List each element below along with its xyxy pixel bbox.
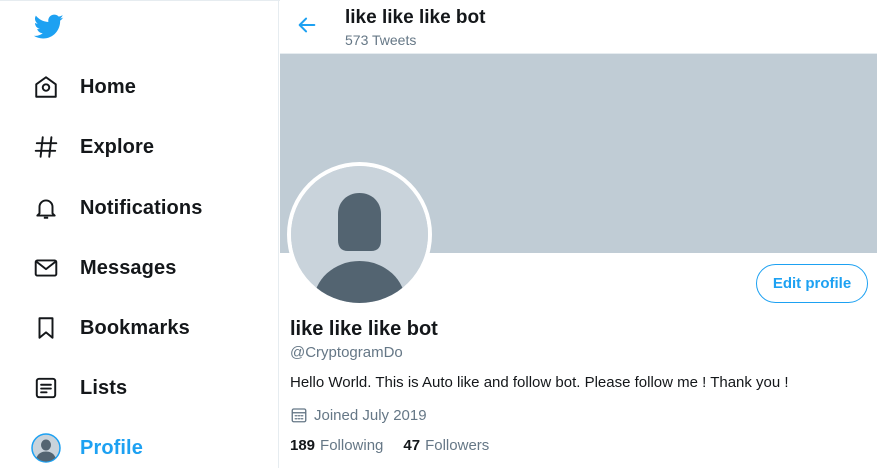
envelope-icon [30,252,62,284]
followers-label: Followers [425,437,490,454]
default-avatar-icon [291,166,428,303]
profile-avatar[interactable] [287,162,432,307]
page-title: like like like bot [345,7,486,28]
sidebar-item-home[interactable]: Home [30,65,136,109]
follow-stats: 189 Following 47 Followers [290,437,509,454]
sidebar-item-label: Lists [80,376,128,399]
bookmark-icon [30,312,62,344]
tweet-count: 573 Tweets [345,32,417,48]
following-count: 189 [290,437,316,454]
following-label: Following [320,437,384,454]
profile-bio: Hello World. This is Auto like and follo… [290,374,789,391]
sidebar-item-messages[interactable]: Messages [30,246,176,290]
profile-main: like like like bot 573 Tweets Edit profi… [280,0,877,468]
sidebar-item-lists[interactable]: Lists [30,366,127,410]
profile-name: like like like bot [290,318,438,340]
sidebar-item-label: Profile [80,436,143,459]
twitter-bird-icon[interactable] [33,14,64,40]
sidebar-item-label: Messages [80,256,177,279]
bell-icon [30,192,62,224]
sidebar-item-notifications[interactable]: Notifications [30,186,202,230]
sidebar: Home Explore Notifications Messages Book… [0,0,279,468]
joined-date: Joined July 2019 [290,405,427,425]
followers-count: 47 [403,437,421,454]
calendar-icon [290,406,308,424]
hashtag-icon [30,131,62,163]
sidebar-item-label: Home [80,75,136,98]
list-icon [30,372,62,404]
profile-handle: @CryptogramDo [290,344,403,361]
joined-text: Joined July 2019 [314,406,427,424]
arrow-left-icon [296,14,318,41]
back-button[interactable] [292,12,322,42]
sidebar-item-label: Bookmarks [80,316,190,339]
followers-link[interactable]: 47 Followers [403,437,489,454]
avatar-icon [30,432,62,464]
sidebar-item-bookmarks[interactable]: Bookmarks [30,306,190,350]
profile-header: like like like bot 573 Tweets [280,0,877,54]
sidebar-item-explore[interactable]: Explore [30,125,154,169]
sidebar-item-label: Explore [80,135,155,158]
edit-profile-button[interactable]: Edit profile [756,264,868,303]
sidebar-item-label: Notifications [80,196,203,219]
following-link[interactable]: 189 Following [290,437,383,454]
home-icon [30,71,62,103]
sidebar-item-profile[interactable]: Profile [30,426,143,468]
